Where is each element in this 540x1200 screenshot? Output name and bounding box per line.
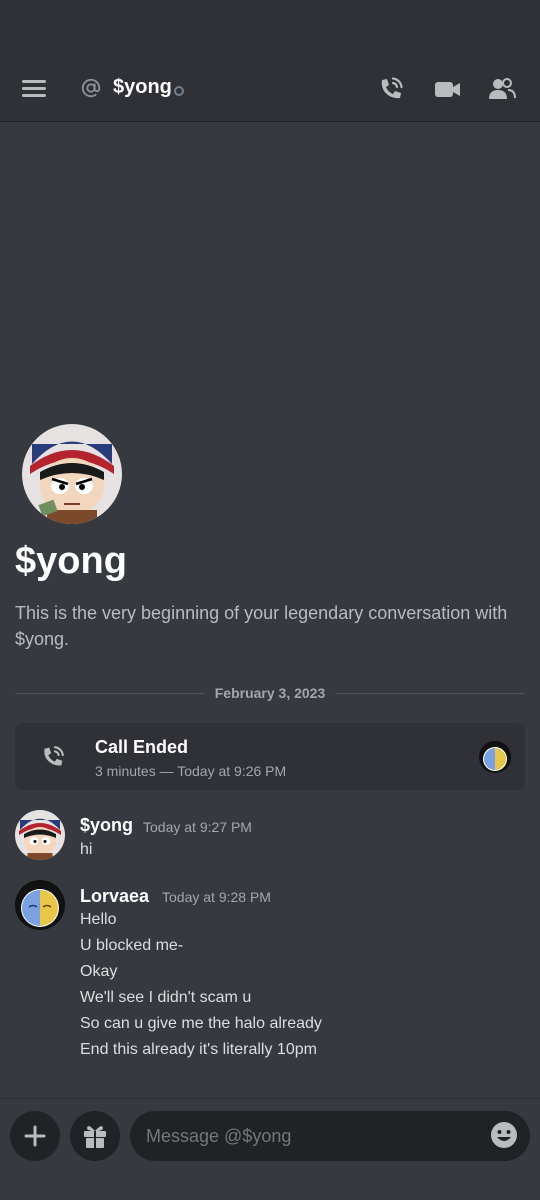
message-text: U blocked me- — [80, 937, 184, 954]
channel-title: $yong — [113, 76, 172, 98]
offline-status-icon — [174, 86, 184, 96]
message-timestamp: Today at 9:27 PM — [143, 819, 252, 835]
plus-icon — [24, 1125, 46, 1147]
message-timestamp: Today at 9:28 PM — [162, 889, 271, 905]
gift-icon — [84, 1126, 106, 1148]
message-author[interactable]: Lorvaea — [80, 886, 149, 907]
channel-header: $yong — [0, 58, 540, 122]
gift-button[interactable] — [70, 1111, 120, 1161]
message-composer: Message @$yong — [0, 1098, 540, 1200]
message-input[interactable]: Message @$yong — [130, 1111, 530, 1161]
call-title: Call Ended — [95, 737, 189, 757]
members-icon[interactable] — [487, 74, 517, 104]
attach-button[interactable] — [10, 1111, 60, 1161]
hamburger-menu-icon[interactable] — [22, 78, 48, 100]
welcome-username: $yong — [15, 540, 127, 582]
message-text: End this already it's literally 10pm — [80, 1041, 317, 1058]
call-ended-card: Call Ended 3 minutes — Today at 9:26 PM — [15, 723, 525, 790]
user-avatar-large[interactable] — [22, 424, 122, 524]
message-avatar[interactable] — [15, 880, 65, 930]
call-participant-avatar — [479, 741, 511, 773]
message-text: We'll see I didn't scam u — [80, 989, 252, 1006]
welcome-description: This is the very beginning of your legen… — [15, 603, 508, 649]
message-text: So can u give me the halo already — [80, 1015, 322, 1032]
call-meta: 3 minutes — Today at 9:26 PM — [95, 763, 287, 779]
date-divider: February 3, 2023 — [15, 682, 525, 704]
call-ended-icon — [44, 746, 64, 766]
message-text: hi — [80, 841, 93, 858]
message-text: Hello — [80, 911, 117, 928]
message-text: Okay — [80, 963, 118, 980]
date-divider-label: February 3, 2023 — [204, 685, 336, 701]
message-author[interactable]: $yong — [80, 815, 133, 836]
at-icon — [81, 78, 101, 98]
voice-call-icon[interactable] — [376, 74, 406, 104]
status-bar — [0, 0, 540, 58]
emoji-icon[interactable] — [490, 1121, 518, 1149]
video-call-icon[interactable] — [432, 74, 462, 104]
message-avatar[interactable] — [15, 810, 65, 860]
